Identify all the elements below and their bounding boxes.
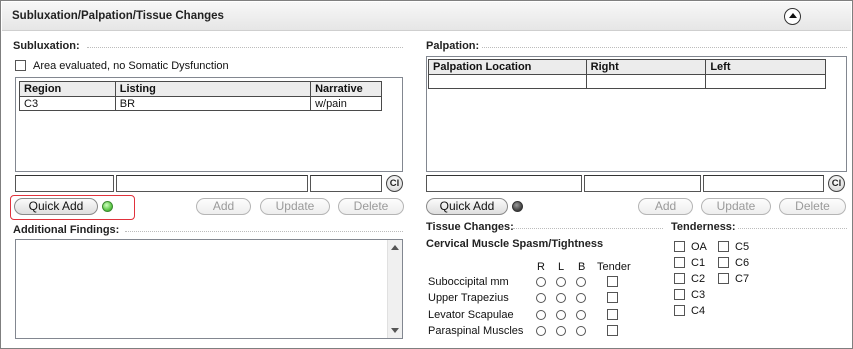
- subluxation-grid[interactable]: Region Listing Narrative C3 BR w/pain: [15, 77, 403, 172]
- levator-scapulae-tender-checkbox[interactable]: [607, 309, 618, 320]
- palpation-clear-button[interactable]: Cl: [828, 175, 845, 192]
- narrative-input[interactable]: [310, 175, 382, 192]
- tenderness-c3-label: C3: [691, 289, 706, 301]
- palpation-location-input[interactable]: [426, 175, 582, 192]
- palpation-quick-add-button[interactable]: Quick Add: [426, 198, 508, 215]
- delete-button[interactable]: Delete: [338, 198, 404, 215]
- clear-button[interactable]: Cl: [386, 175, 403, 192]
- upper-trapezius-tender-checkbox[interactable]: [607, 292, 618, 303]
- paraspinal-b-radio[interactable]: [576, 326, 586, 336]
- tenderness-c2-label: C2: [691, 273, 706, 285]
- tenderness-c1-label: C1: [691, 257, 706, 269]
- palpation-divider: [482, 47, 847, 48]
- cervical-spasm-subheading: Cervical Muscle Spasm/Tightness: [426, 238, 604, 250]
- tenderness-c6-checkbox[interactable]: [718, 257, 729, 268]
- additional-findings-divider: [125, 231, 403, 232]
- listing-input[interactable]: [116, 175, 308, 192]
- additional-findings-heading: Additional Findings:: [13, 224, 120, 236]
- tenderness-c4-label: C4: [691, 305, 706, 317]
- collapse-up-icon[interactable]: [784, 8, 801, 25]
- add-button[interactable]: Add: [196, 198, 251, 215]
- palpation-left-input[interactable]: [703, 175, 824, 192]
- suboccipital-r-radio[interactable]: [536, 277, 546, 287]
- tenderness-c2-checkbox[interactable]: [674, 273, 685, 284]
- tenderness-divider: [738, 228, 847, 229]
- area-evaluated-checkbox[interactable]: [15, 60, 26, 71]
- paraspinal-r-radio[interactable]: [536, 326, 546, 336]
- tenderness-c6-label: C6: [735, 257, 750, 269]
- status-indicator-icon: [102, 201, 113, 212]
- column-header-left[interactable]: Left: [705, 59, 826, 75]
- area-evaluated-label: Area evaluated, no Somatic Dysfunction: [33, 60, 229, 72]
- palpation-status-indicator-icon: [512, 201, 523, 212]
- col-header-l: L: [558, 261, 565, 273]
- levator-scapulae-b-radio[interactable]: [576, 310, 586, 320]
- palpation-delete-button[interactable]: Delete: [779, 198, 846, 215]
- scroll-down-icon[interactable]: [389, 324, 401, 336]
- tenderness-c3-checkbox[interactable]: [674, 289, 685, 300]
- levator-scapulae-l-radio[interactable]: [556, 310, 566, 320]
- panel-title: Subluxation/Palpation/Tissue Changes: [12, 10, 224, 22]
- tenderness-oa-checkbox[interactable]: [674, 241, 685, 252]
- palpation-heading: Palpation:: [426, 40, 480, 52]
- tenderness-heading: Tenderness:: [671, 221, 736, 233]
- suboccipital-b-radio[interactable]: [576, 277, 586, 287]
- paraspinal-l-radio[interactable]: [556, 326, 566, 336]
- palpation-update-button[interactable]: Update: [701, 198, 771, 215]
- scroll-up-icon[interactable]: [389, 242, 401, 254]
- quick-add-button[interactable]: Quick Add: [14, 198, 98, 215]
- palpation-table: Palpation Location Right Left: [428, 59, 826, 89]
- cell-listing: BR: [114, 96, 312, 111]
- upper-trapezius-l-radio[interactable]: [556, 293, 566, 303]
- tenderness-c5-label: C5: [735, 241, 750, 253]
- upper-trapezius-b-radio[interactable]: [576, 293, 586, 303]
- tenderness-c4-checkbox[interactable]: [674, 305, 685, 316]
- panel-header: Subluxation/Palpation/Tissue Changes: [2, 2, 851, 31]
- column-header-palpation-location[interactable]: Palpation Location: [428, 59, 587, 75]
- col-header-tender: Tender: [597, 261, 631, 273]
- palpation-right-input[interactable]: [584, 175, 701, 192]
- col-header-r: R: [537, 261, 545, 273]
- subluxation-table: Region Listing Narrative C3 BR w/pain: [19, 81, 382, 111]
- tenderness-c7-label: C7: [735, 273, 750, 285]
- tenderness-c1-checkbox[interactable]: [674, 257, 685, 268]
- tenderness-c7-checkbox[interactable]: [718, 273, 729, 284]
- palpation-add-button[interactable]: Add: [638, 198, 693, 215]
- paraspinal-tender-checkbox[interactable]: [607, 325, 618, 336]
- cell-narrative: w/pain: [310, 96, 382, 111]
- levator-scapulae-r-radio[interactable]: [536, 310, 546, 320]
- subluxation-heading: Subluxation:: [13, 40, 80, 52]
- column-header-region[interactable]: Region: [19, 81, 116, 97]
- subluxation-palpation-panel: Subluxation/Palpation/Tissue Changes Sub…: [0, 0, 853, 349]
- tissue-changes-heading: Tissue Changes:: [426, 221, 514, 233]
- upper-trapezius-r-radio[interactable]: [536, 293, 546, 303]
- vertical-scrollbar[interactable]: [387, 240, 402, 338]
- table-row[interactable]: C3 BR w/pain: [19, 96, 382, 111]
- tenderness-c5-checkbox[interactable]: [718, 241, 729, 252]
- column-header-narrative[interactable]: Narrative: [310, 81, 382, 97]
- muscle-label-levator-scapulae: Levator Scapulae: [428, 309, 514, 321]
- col-header-b: B: [578, 261, 586, 273]
- additional-findings-textarea[interactable]: [15, 239, 403, 339]
- muscle-label-paraspinal: Paraspinal Muscles: [428, 325, 524, 337]
- palpation-grid[interactable]: Palpation Location Right Left: [426, 56, 847, 172]
- column-header-listing[interactable]: Listing: [114, 81, 312, 97]
- tissue-changes-divider: [513, 228, 663, 229]
- muscle-label-upper-trapezius: Upper Trapezius: [428, 292, 509, 304]
- tenderness-oa-label: OA: [691, 241, 707, 253]
- muscle-label-suboccipital: Suboccipital mm: [428, 276, 509, 288]
- cell-region: C3: [19, 96, 116, 111]
- column-header-right[interactable]: Right: [585, 59, 707, 75]
- region-input[interactable]: [15, 175, 114, 192]
- update-button[interactable]: Update: [260, 198, 330, 215]
- table-row[interactable]: [428, 74, 826, 89]
- suboccipital-l-radio[interactable]: [556, 277, 566, 287]
- suboccipital-tender-checkbox[interactable]: [607, 276, 618, 287]
- subluxation-divider: [87, 47, 403, 48]
